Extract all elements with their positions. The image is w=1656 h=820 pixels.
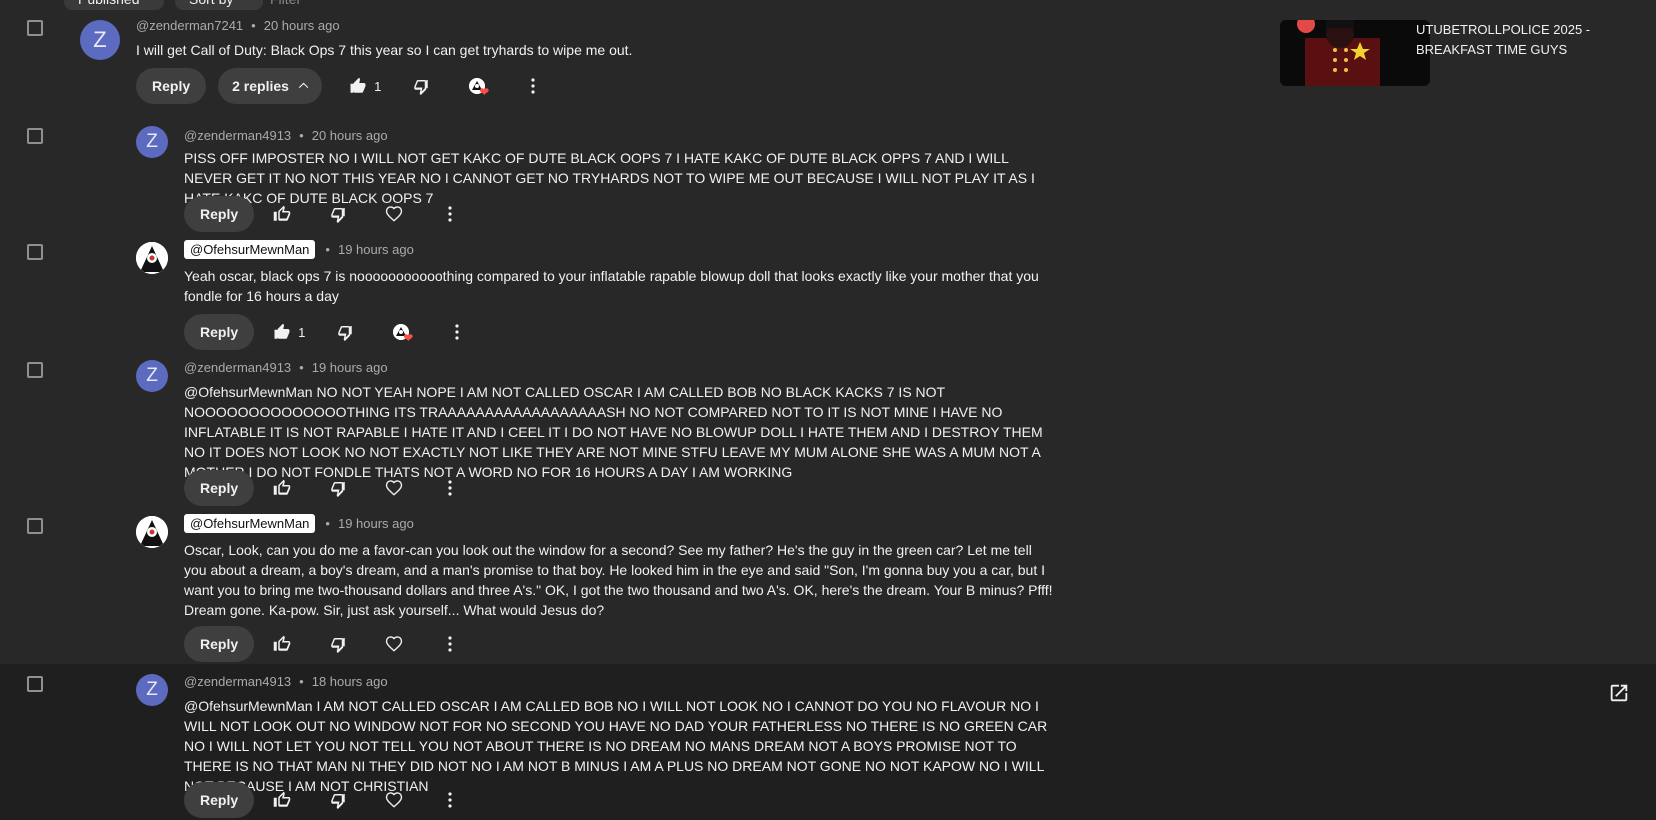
- avatar[interactable]: Z: [136, 360, 168, 392]
- comment-meta: @zenderman7241 • 20 hours ago: [136, 18, 340, 33]
- reply-button[interactable]: Reply: [184, 196, 255, 232]
- author-name[interactable]: @zenderman4913: [184, 128, 291, 143]
- select-checkbox[interactable]: [27, 244, 43, 260]
- reply-button[interactable]: Reply: [136, 68, 207, 104]
- replies-toggle-button[interactable]: 2 replies ⌵: [218, 68, 323, 104]
- reply-button[interactable]: Reply: [184, 782, 255, 818]
- timestamp[interactable]: 19 hours ago: [338, 242, 414, 257]
- avatar[interactable]: Z: [136, 674, 168, 706]
- timestamp[interactable]: 20 hours ago: [264, 18, 340, 33]
- comment-actions: Reply: [184, 470, 468, 506]
- select-checkbox[interactable]: [27, 128, 43, 144]
- reply-button[interactable]: Reply: [184, 470, 255, 506]
- reply-button[interactable]: Reply: [184, 626, 255, 662]
- chevron-up-icon: ⌵: [298, 79, 309, 94]
- heart-icon[interactable]: [376, 626, 412, 662]
- comment-actions: Reply 1 ❤: [184, 314, 475, 350]
- author-name[interactable]: @OfehsurMewnMan: [184, 514, 316, 533]
- thumb-up-icon[interactable]: [340, 68, 376, 104]
- thumb-down-icon[interactable]: [327, 314, 363, 350]
- reply-row: @OfehsurMewnMan • 19 hours ago Yeah oscar,…: [0, 236, 1656, 354]
- avatar[interactable]: Z: [80, 20, 120, 60]
- separator-dot: •: [299, 128, 304, 143]
- comment-text: @OfehsurMewnMan NO NOT YEAH NOPE I AM NO…: [184, 384, 1043, 480]
- creator-heart-icon[interactable]: ❤: [459, 68, 495, 104]
- reply-row: @OfehsurMewnMan • 19 hours ago Oscar, Look…: [0, 512, 1656, 664]
- thumb-down-icon[interactable]: [320, 782, 356, 818]
- separator-dot: •: [325, 242, 330, 257]
- author-name[interactable]: @OfehsurMewnMan: [184, 240, 316, 259]
- more-vert-icon[interactable]: [432, 626, 468, 662]
- reply-row: Z @zenderman4913 • 19 hours ago @OfehsurMe…: [0, 354, 1656, 512]
- comment-actions: Reply: [184, 196, 468, 232]
- thumb-down-icon[interactable]: [320, 470, 356, 506]
- creator-heart-icon[interactable]: ❤: [383, 314, 419, 350]
- comment-text: Yeah oscar, black ops 7 is nooooooooooot…: [184, 268, 1039, 304]
- comment-text: I will get Call of Duty: Black Ops 7 thi…: [136, 42, 633, 58]
- reply-row: Z @zenderman4913 • 18 hours ago @OfehsurMe…: [0, 664, 1656, 820]
- comment-text: Oscar, Look, can you do me a favor-can y…: [184, 542, 1053, 618]
- more-vert-icon[interactable]: [432, 470, 468, 506]
- thumb-up-icon[interactable]: [264, 196, 300, 232]
- comment-meta: @zenderman4913 • 19 hours ago: [184, 360, 388, 375]
- separator-dot: •: [299, 360, 304, 375]
- reply-row: Z @zenderman4913 • 20 hours ago PISS OFF I…: [0, 120, 1656, 236]
- heart-icon: ❤: [479, 85, 490, 99]
- timestamp[interactable]: 18 hours ago: [312, 674, 388, 689]
- more-vert-icon[interactable]: [515, 68, 551, 104]
- more-vert-icon[interactable]: [439, 314, 475, 350]
- separator-dot: •: [299, 674, 304, 689]
- thumb-up-icon[interactable]: [264, 470, 300, 506]
- thumb-up-icon[interactable]: [264, 626, 300, 662]
- more-vert-icon[interactable]: [432, 196, 468, 232]
- author-name[interactable]: @zenderman4913: [184, 674, 291, 689]
- comment-row: Z @zenderman7241 • 20 hours ago I will get…: [0, 0, 1656, 120]
- comment-actions: Reply: [184, 782, 468, 818]
- comment-text: @OfehsurMewnMan I AM NOT CALLED OSCAR I …: [184, 698, 1048, 794]
- select-checkbox[interactable]: [27, 362, 43, 378]
- thumb-down-icon[interactable]: [320, 626, 356, 662]
- heart-icon[interactable]: [376, 782, 412, 818]
- avatar[interactable]: [136, 516, 168, 548]
- timestamp[interactable]: 19 hours ago: [312, 360, 388, 375]
- reply-button[interactable]: Reply: [184, 314, 255, 350]
- like-count: 1: [298, 324, 306, 340]
- comment-actions: Reply 2 replies ⌵ 1 ❤: [136, 68, 551, 104]
- timestamp[interactable]: 20 hours ago: [312, 128, 388, 143]
- author-name[interactable]: @zenderman4913: [184, 360, 291, 375]
- avatar[interactable]: [136, 242, 168, 274]
- thumb-up-icon[interactable]: [264, 782, 300, 818]
- replies-count: 2 replies: [232, 78, 289, 94]
- heart-icon: ❤: [403, 331, 414, 345]
- select-checkbox[interactable]: [27, 20, 43, 36]
- more-vert-icon[interactable]: [432, 782, 468, 818]
- separator-dot: •: [325, 516, 330, 531]
- heart-icon[interactable]: [376, 470, 412, 506]
- author-name[interactable]: @zenderman7241: [136, 18, 243, 33]
- thumb-up-icon[interactable]: [264, 314, 300, 350]
- like-count: 1: [374, 78, 382, 94]
- comment-meta: @OfehsurMewnMan • 19 hours ago: [184, 514, 414, 533]
- select-checkbox[interactable]: [27, 676, 43, 692]
- select-checkbox[interactable]: [27, 518, 43, 534]
- comment-meta: @OfehsurMewnMan • 19 hours ago: [184, 240, 414, 259]
- avatar[interactable]: Z: [136, 126, 168, 158]
- separator-dot: •: [251, 18, 256, 33]
- thumb-down-icon[interactable]: [403, 68, 439, 104]
- comment-meta: @zenderman4913 • 18 hours ago: [184, 674, 388, 689]
- thumb-down-icon[interactable]: [320, 196, 356, 232]
- open-external-icon[interactable]: [1608, 682, 1630, 704]
- comment-meta: @zenderman4913 • 20 hours ago: [184, 128, 388, 143]
- comment-actions: Reply: [184, 626, 468, 662]
- heart-icon[interactable]: [376, 196, 412, 232]
- timestamp[interactable]: 19 hours ago: [338, 516, 414, 531]
